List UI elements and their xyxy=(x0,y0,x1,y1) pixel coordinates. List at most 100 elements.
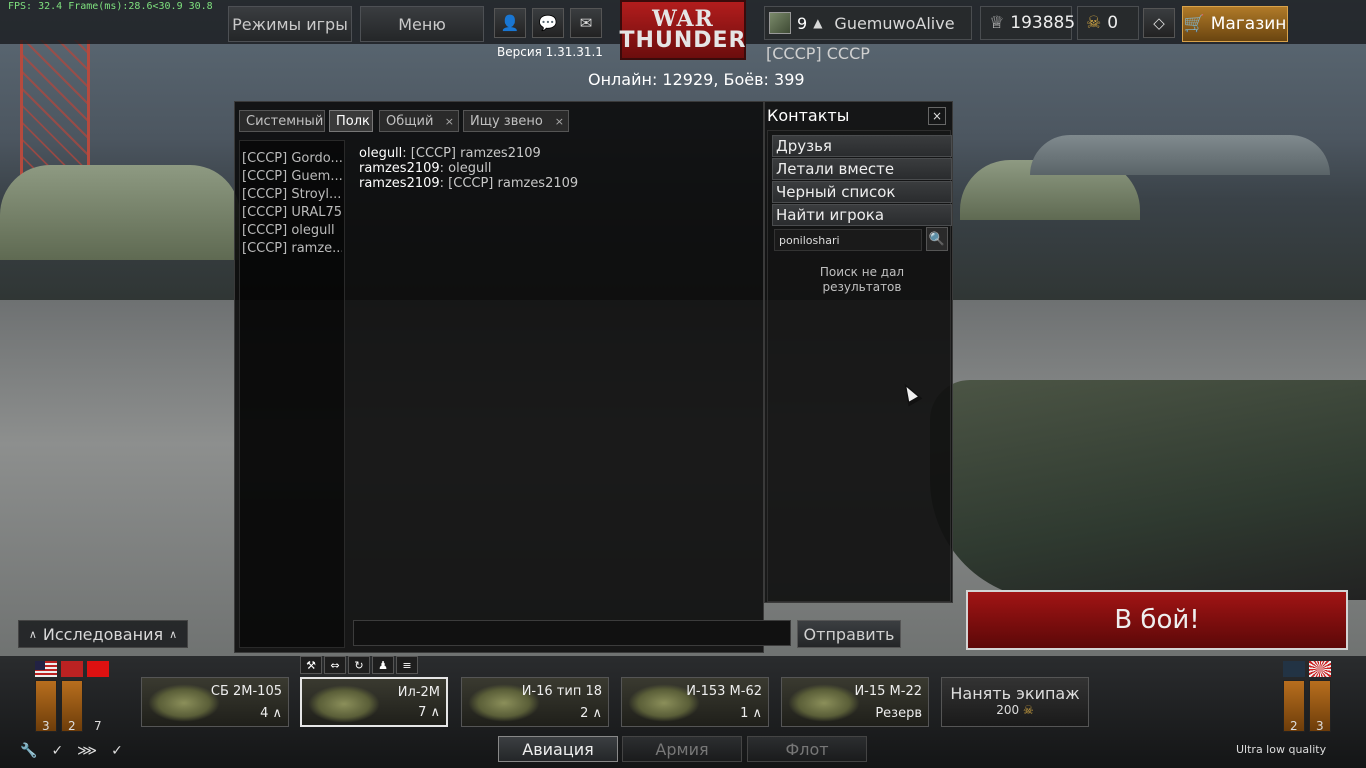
weapons-icon[interactable]: ⇔ xyxy=(324,656,346,674)
profile-icon[interactable]: 👤 xyxy=(494,8,526,38)
list-item[interactable]: [СССР] Gordo... xyxy=(242,151,342,169)
chat-input[interactable] xyxy=(353,620,791,646)
no-results-line1: Поиск не дал xyxy=(819,265,905,279)
tab-general[interactable]: Общий × xyxy=(379,110,459,132)
rank-ussr: 7 xyxy=(94,719,102,733)
flag-japan-icon[interactable] xyxy=(1309,661,1331,677)
tab-label: Системный xyxy=(246,113,324,129)
message-nick[interactable]: ramzes2109 xyxy=(359,161,440,176)
message-text: : olegull xyxy=(439,161,492,176)
vehicle-name: И-16 тип 18 xyxy=(521,684,602,699)
send-button[interactable]: Отправить xyxy=(797,620,901,648)
list-item[interactable]: [СССР] olegull xyxy=(242,223,342,241)
eagle-icon: ☠ xyxy=(1022,703,1034,717)
to-battle-button[interactable]: В бой! xyxy=(966,590,1348,650)
vehicle-rank: 2 ∧ xyxy=(580,706,602,721)
silver-lions[interactable]: ♕ 193885 xyxy=(980,6,1075,40)
vehicle-name: СБ 2М-105 xyxy=(210,684,282,699)
repair-icon[interactable]: ⚒ xyxy=(300,656,322,674)
close-icon[interactable]: × xyxy=(555,115,564,128)
vehicle-actions: ⚒ ⇔ ↻ ♟ ≡ xyxy=(300,656,418,674)
hire-crew-cost: 200 ☠ xyxy=(942,703,1088,717)
vehicle-name: Ил-2М xyxy=(397,685,440,700)
vehicle-rank: 7 ∧ xyxy=(418,705,440,720)
chevron-up-icon: ∧ xyxy=(592,706,602,721)
check-icon[interactable]: ✓ xyxy=(111,743,123,759)
chevron-up-icon: ▲ xyxy=(813,16,823,30)
flag-usa-icon[interactable] xyxy=(35,661,57,677)
vehicle-slot[interactable]: И-16 тип 18 2 ∧ xyxy=(461,677,609,727)
tab-looking-for-squad[interactable]: Ищу звено × xyxy=(463,110,569,132)
cart-icon: 🛒 xyxy=(1183,14,1205,34)
status-icons: 🔧 ✓ ⋙ ✓ xyxy=(20,743,123,759)
tab-navy[interactable]: Флот xyxy=(747,736,867,762)
tab-aviation[interactable]: Авиация xyxy=(498,736,618,762)
research-button[interactable]: ∧ Исследования ∧ xyxy=(18,620,188,648)
list-item[interactable]: [СССР] Stroyl... xyxy=(242,187,342,205)
vehicle-slot[interactable]: И-153 М-62 1 ∧ xyxy=(621,677,769,727)
search-icon[interactable]: 🔍 xyxy=(926,227,948,251)
chevron-up-icon: ∧ xyxy=(28,627,37,641)
tab-regiment[interactable]: Полк xyxy=(329,110,373,132)
vehicle-rank: 1 ∧ xyxy=(740,706,762,721)
fps-counter: FPS: 32.4 Frame(ms):28.6<30.9 30.8 xyxy=(8,1,213,12)
chevron-up-icon: ∧ xyxy=(430,705,440,720)
message-nick[interactable]: olegull xyxy=(359,146,402,161)
refresh-icon[interactable]: ↻ xyxy=(348,656,370,674)
list-item[interactable]: [СССР] ramze... xyxy=(242,241,342,259)
wrench-icon[interactable]: 🔧 xyxy=(20,743,37,759)
close-icon[interactable]: × xyxy=(445,115,454,128)
menu-button[interactable]: Меню xyxy=(360,6,484,42)
tab-label: Общий xyxy=(386,113,434,129)
tab-system[interactable]: Системный xyxy=(239,110,325,132)
rank-germany: 2 xyxy=(68,719,76,733)
modules-icon[interactable]: ≡ xyxy=(396,656,418,674)
chat-message: olegull: [СССР] ramzes2109 xyxy=(359,146,757,161)
close-icon[interactable]: × xyxy=(928,107,946,125)
list-item[interactable]: [СССР] Guem... xyxy=(242,169,342,187)
game-modes-button[interactable]: Режимы игры xyxy=(228,6,352,42)
vehicle-name: И-153 М-62 xyxy=(686,684,762,699)
hire-crew-button[interactable]: Нанять экипаж 200 ☠ xyxy=(941,677,1089,727)
tab-label: Ищу звено xyxy=(470,113,543,129)
flag-uk-icon[interactable] xyxy=(1283,661,1305,677)
vehicle-slot[interactable]: И-15 М-22 Резерв xyxy=(781,677,929,727)
missiles-icon[interactable]: ⋙ xyxy=(77,743,97,759)
vehicle-count: 2 xyxy=(580,706,589,721)
player-info[interactable]: 9 ▲ GuemuwoAlive xyxy=(764,6,972,40)
contacts-panel: Контакты × Друзья Летали вместе Черный с… xyxy=(764,101,953,603)
group-find-player[interactable]: Найти игрока xyxy=(772,204,952,226)
message-nick[interactable]: ramzes2109 xyxy=(359,176,440,191)
research-label: Исследования xyxy=(42,624,164,644)
background-hangar-far xyxy=(1030,135,1330,175)
shop-button[interactable]: 🛒 Магазин xyxy=(1182,6,1288,42)
eagle-icon: ☠ xyxy=(1086,13,1102,33)
check-icon[interactable]: ✓ xyxy=(51,743,63,759)
flag-ussr-icon[interactable] xyxy=(87,661,109,677)
shop-label: Магазин xyxy=(1210,14,1287,34)
vehicle-status: Резерв xyxy=(875,706,922,721)
flag-germany-icon[interactable] xyxy=(61,661,83,677)
golden-eagles[interactable]: ☠ 0 xyxy=(1077,6,1139,40)
mail-icon[interactable]: ✉ xyxy=(570,8,602,38)
tab-label: Полк xyxy=(336,113,370,129)
tab-army[interactable]: Армия xyxy=(622,736,742,762)
vehicle-slot-selected[interactable]: Ил-2М 7 ∧ xyxy=(300,677,448,727)
chevron-up-icon: ∧ xyxy=(272,706,282,721)
search-input[interactable] xyxy=(774,229,922,251)
chat-message: ramzes2109: olegull xyxy=(359,161,757,176)
group-played-together[interactable]: Летали вместе xyxy=(772,158,952,180)
aircraft-image xyxy=(308,685,380,723)
squad-label: [СССР] СССР xyxy=(766,44,870,63)
group-blacklist[interactable]: Черный список xyxy=(772,181,952,203)
list-item[interactable]: [СССР] URAL75 xyxy=(242,205,342,223)
version-label: Версия 1.31.31.1 xyxy=(497,45,603,59)
message-list: olegull: [СССР] ramzes2109 ramzes2109: o… xyxy=(353,140,763,614)
no-results-message: Поиск не дал результатов xyxy=(774,265,950,295)
premium-icon[interactable]: ◇ xyxy=(1143,8,1175,38)
vehicle-slot[interactable]: СБ 2М-105 4 ∧ xyxy=(141,677,289,727)
group-friends[interactable]: Друзья xyxy=(772,135,952,157)
chevron-up-icon: ∧ xyxy=(752,706,762,721)
chat-icon[interactable]: 💬 xyxy=(532,8,564,38)
crew-icon[interactable]: ♟ xyxy=(372,656,394,674)
